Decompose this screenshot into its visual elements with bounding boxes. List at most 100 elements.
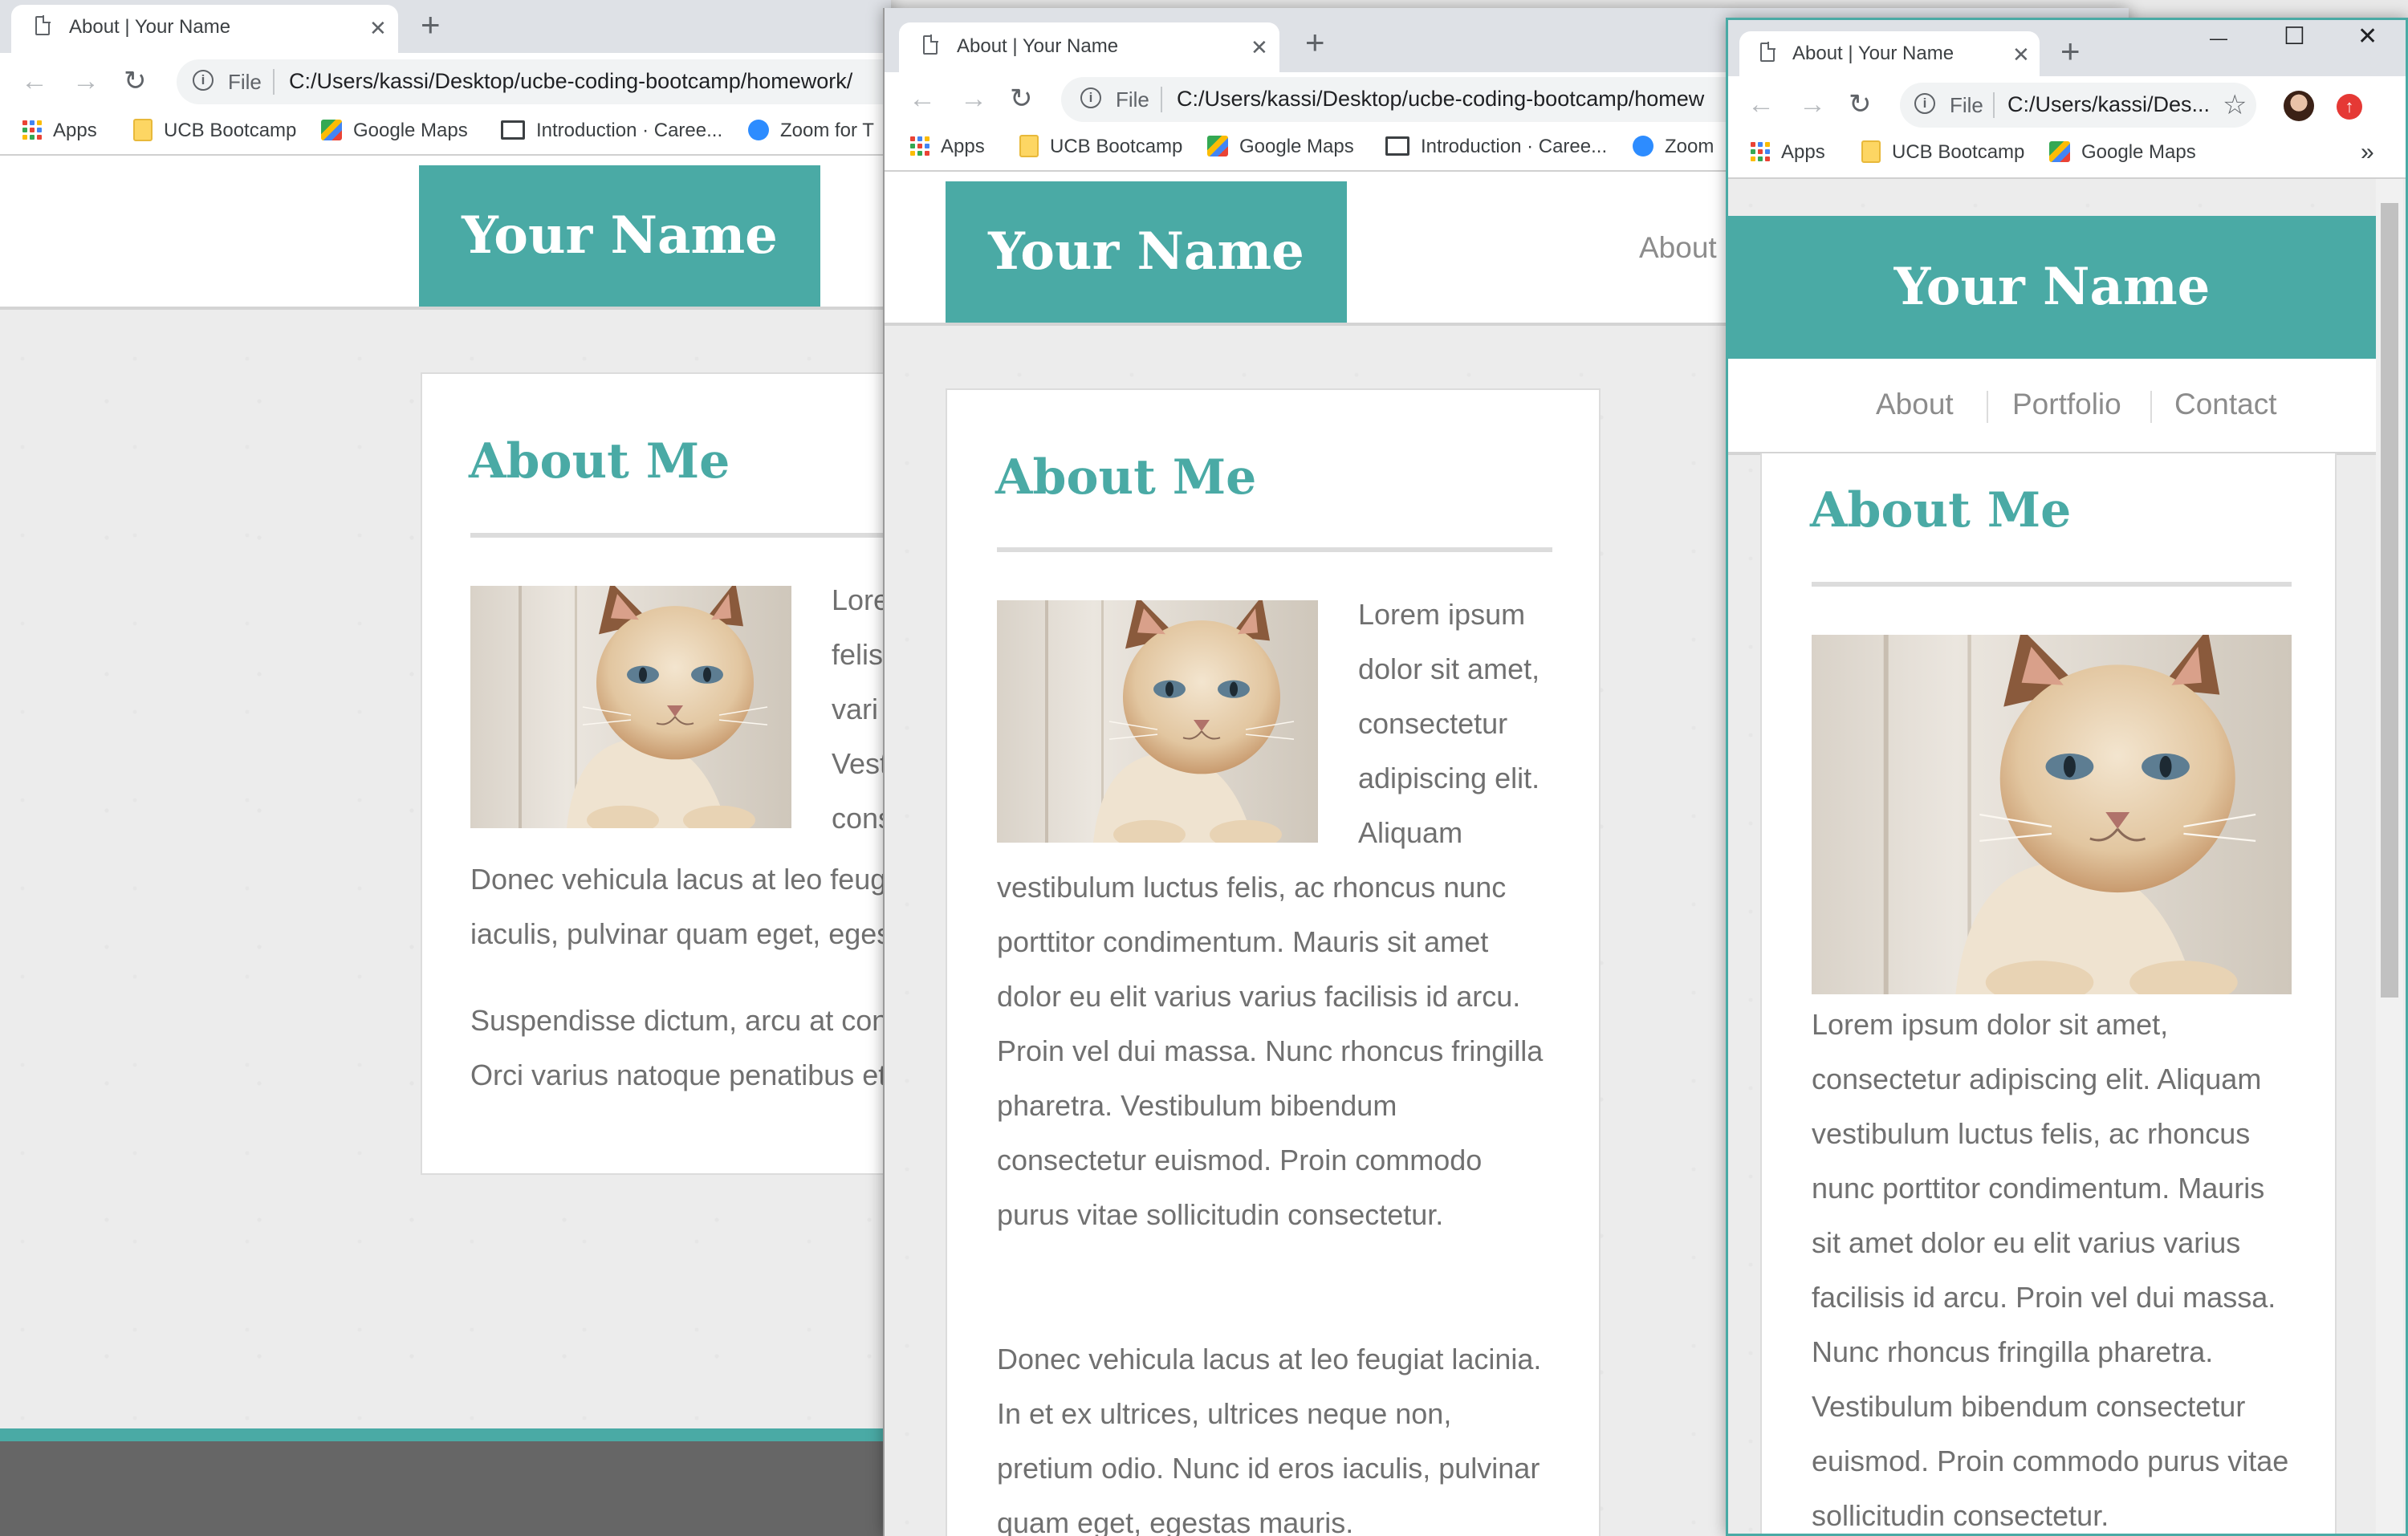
extension-icon[interactable]: ↑ xyxy=(2337,94,2362,120)
folder-icon xyxy=(1019,134,1039,157)
minimize-icon[interactable]: — xyxy=(2210,26,2227,51)
back-icon[interactable]: ← xyxy=(21,67,48,95)
apps-icon xyxy=(1751,141,1770,161)
book-icon xyxy=(501,120,525,140)
bookmark-apps[interactable]: Apps xyxy=(22,112,97,149)
bookmark-ucb[interactable]: UCB Bootcamp xyxy=(1019,128,1182,165)
tab-title: About | Your Name xyxy=(1792,43,1954,64)
info-icon[interactable]: i xyxy=(1914,93,1935,114)
bookmark-apps[interactable]: Apps xyxy=(1751,134,1825,171)
bookmarks-overflow-icon[interactable]: » xyxy=(2361,134,2374,171)
file-label: File xyxy=(228,70,262,94)
forward-icon[interactable]: → xyxy=(960,85,987,112)
browser-tab[interactable]: About | Your Name ✕ xyxy=(1739,31,2040,76)
new-tab-icon[interactable]: + xyxy=(2060,35,2081,68)
close-window-icon[interactable]: ✕ xyxy=(2357,25,2377,49)
url-text[interactable]: C:/Users/kassi/Desktop/ucbe-coding-bootc… xyxy=(1177,87,1704,112)
divider xyxy=(273,69,275,95)
bookmark-intro[interactable]: Introduction · Caree... xyxy=(1385,128,1607,165)
nav-contact[interactable]: Contact xyxy=(2174,388,2277,421)
divider xyxy=(1161,87,1162,112)
intro-paragraph-cont: vestibulum luctus felis, ac rhoncus nunc… xyxy=(997,871,1544,1231)
tab-strip: About | Your Name ✕ + — ☐ ✕ xyxy=(1728,20,2406,76)
bookmark-maps[interactable]: Google Maps xyxy=(1207,128,1354,165)
site-nav: About Portfolio Contact xyxy=(1728,359,2376,455)
google-maps-icon xyxy=(2049,140,2070,162)
new-tab-icon[interactable]: + xyxy=(421,8,441,42)
bookmark-maps[interactable]: Google Maps xyxy=(321,112,468,149)
page-title: About Me xyxy=(469,433,730,490)
site-brand[interactable]: Your Name xyxy=(419,165,820,307)
profile-avatar[interactable] xyxy=(2284,91,2314,121)
close-tab-icon[interactable]: ✕ xyxy=(1251,34,1268,61)
title-divider xyxy=(1812,582,2292,587)
bookmarks-bar: Apps UCB Bootcamp Google Maps Introducti… xyxy=(0,112,891,156)
maximize-icon[interactable]: ☐ xyxy=(2284,25,2305,49)
zoom-icon xyxy=(1633,135,1653,156)
title-divider xyxy=(997,547,1552,552)
site-footer xyxy=(0,1441,891,1536)
paragraph-3: Suspendisse dictum, arcu at con Orci vari… xyxy=(470,1004,889,1091)
reload-icon[interactable]: ↻ xyxy=(124,67,147,95)
browser-tab[interactable]: About | Your Name ✕ xyxy=(899,22,1279,72)
nav-about[interactable]: About xyxy=(1876,388,1954,421)
reload-icon[interactable]: ↻ xyxy=(1010,85,1033,112)
about-card: About Me Lorem ipsum dolor sit amet, cons… xyxy=(1760,453,2337,1534)
apps-icon xyxy=(910,136,929,156)
cat-photo xyxy=(470,586,791,828)
intro-paragraph: Lore felis vari Vest cons xyxy=(832,583,891,835)
bookmark-zoom[interactable]: Zoom xyxy=(1633,128,1714,165)
site-brand[interactable]: Your Name xyxy=(1728,216,2376,359)
nav-separator xyxy=(2150,391,2152,423)
page-title: About Me xyxy=(995,449,1257,506)
intro-paragraph: Lorem ipsum dolor sit amet, consectetur adi… xyxy=(1358,598,1540,849)
google-maps-icon xyxy=(1207,135,1228,156)
tab-title: About | Your Name xyxy=(957,35,1119,57)
back-icon[interactable]: ← xyxy=(909,85,936,112)
intro-paragraph: Lorem ipsum dolor sit amet, consectetur a… xyxy=(1812,1008,2289,1532)
site-header: Your Name xyxy=(0,156,891,310)
bookmark-star-icon[interactable]: ☆ xyxy=(2223,89,2247,121)
bookmark-maps[interactable]: Google Maps xyxy=(2049,134,2196,171)
address-bar[interactable]: i File C:/Users/kassi/Desktop/ucbe-codin… xyxy=(177,59,891,104)
nav-separator xyxy=(1987,391,1988,423)
address-bar[interactable]: i File C:/Users/kassi/Des... ☆ xyxy=(1900,83,2256,128)
page-viewport: Your Name About Portfolio Contact About … xyxy=(1728,179,2406,1534)
url-text[interactable]: C:/Users/kassi/Des... xyxy=(2007,92,2210,117)
close-tab-icon[interactable]: ✕ xyxy=(2012,41,2030,68)
forward-icon[interactable]: → xyxy=(72,67,100,95)
footer-accent xyxy=(0,1428,891,1441)
info-icon[interactable]: i xyxy=(1080,87,1101,108)
info-icon[interactable]: i xyxy=(193,70,214,91)
forward-icon[interactable]: → xyxy=(1799,91,1826,118)
back-icon[interactable]: ← xyxy=(1747,91,1775,118)
title-divider xyxy=(470,533,891,538)
bookmark-ucb[interactable]: UCB Bootcamp xyxy=(133,112,296,149)
bookmark-intro[interactable]: Introduction · Caree... xyxy=(501,112,722,149)
new-tab-icon[interactable]: + xyxy=(1305,26,1325,59)
about-card: About Me Lore felis vari Vest cons Donec veh… xyxy=(421,372,891,1175)
reload-icon[interactable]: ↻ xyxy=(1849,91,1872,118)
toolbar: ← → ↻ i File C:/Users/kassi/Des... ☆ ↑ xyxy=(1728,76,2406,134)
zoom-icon xyxy=(748,119,769,140)
site-brand[interactable]: Your Name xyxy=(946,181,1347,323)
paragraph-2: Donec vehicula lacus at leo feug iaculis,… xyxy=(470,863,891,950)
browser-tab[interactable]: About | Your Name ✕ xyxy=(11,5,398,53)
nav-about[interactable]: About xyxy=(1639,231,1717,265)
nav-portfolio[interactable]: Portfolio xyxy=(2012,388,2121,421)
page-icon xyxy=(35,15,51,35)
tab-strip: About | Your Name ✕ + xyxy=(0,0,891,53)
about-card: About Me Lorem ipsum dolor sit amet, conse… xyxy=(946,388,1601,1536)
bookmark-apps[interactable]: Apps xyxy=(910,128,985,165)
tab-title: About | Your Name xyxy=(69,16,231,38)
close-tab-icon[interactable]: ✕ xyxy=(369,14,387,42)
scroll-thumb[interactable] xyxy=(2381,203,2398,998)
browser-window-1: About | Your Name ✕ + ← → ↻ i File C:/Us… xyxy=(0,0,891,1536)
bookmark-ucb[interactable]: UCB Bootcamp xyxy=(1861,134,2024,171)
url-text[interactable]: C:/Users/kassi/Desktop/ucbe-coding-bootc… xyxy=(289,69,852,94)
file-label: File xyxy=(1950,93,1983,117)
bookmark-zoom[interactable]: Zoom for T xyxy=(748,112,874,149)
scrollbar[interactable] xyxy=(2376,179,2403,1534)
browser-window-3: About | Your Name ✕ + — ☐ ✕ ← → ↻ i File… xyxy=(1726,18,2408,1536)
cat-photo xyxy=(1812,635,2292,994)
